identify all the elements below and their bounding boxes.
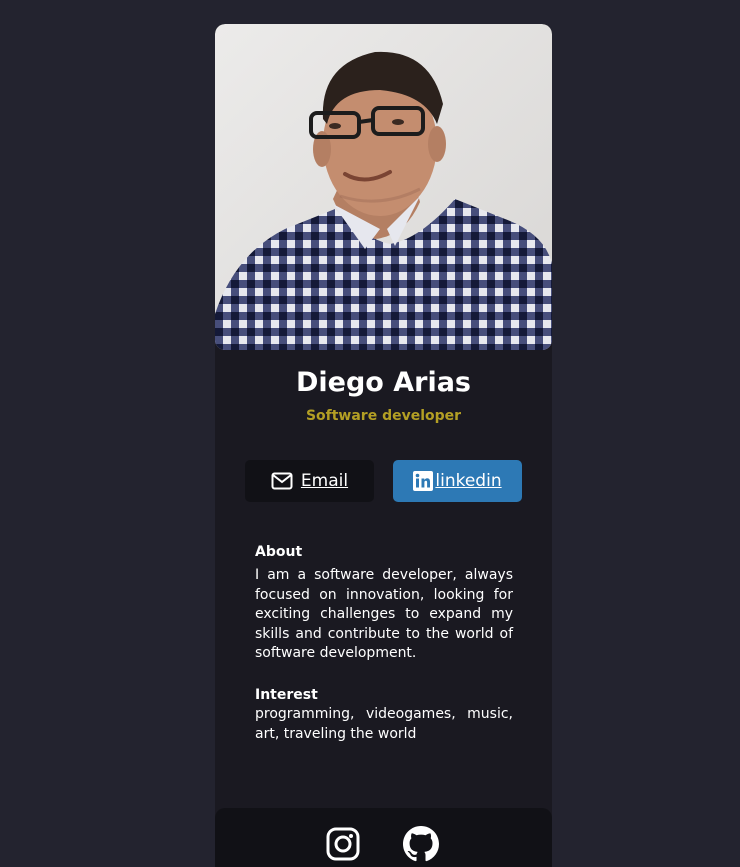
github-icon[interactable] bbox=[403, 826, 439, 862]
profile-card: Diego Arias Software developer Email lin… bbox=[215, 24, 552, 867]
profile-photo bbox=[215, 24, 552, 350]
profile-role: Software developer bbox=[305, 408, 462, 424]
interest-heading: Interest bbox=[255, 687, 318, 703]
about-heading: About bbox=[255, 544, 303, 560]
about-text: I am a software developer, always focuse… bbox=[255, 567, 513, 661]
email-button[interactable]: Email bbox=[245, 460, 374, 502]
profile-name: Diego Arias bbox=[295, 367, 471, 398]
email-label: Email bbox=[300, 471, 349, 491]
envelope-icon bbox=[271, 472, 293, 490]
linkedin-button[interactable]: linkedin bbox=[393, 460, 522, 502]
instagram-icon[interactable] bbox=[325, 826, 361, 862]
interest-text: programming, videogames, music, art, tra… bbox=[255, 706, 513, 742]
footer bbox=[215, 808, 552, 867]
linkedin-label: linkedin bbox=[435, 471, 502, 491]
linkedin-icon bbox=[413, 471, 434, 491]
